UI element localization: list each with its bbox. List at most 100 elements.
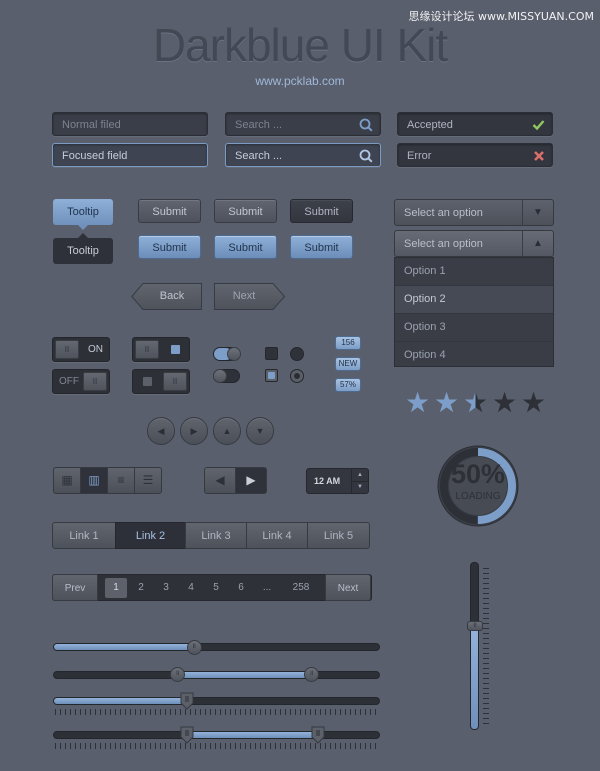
focused-field[interactable]: Focused field	[52, 143, 208, 167]
vertical-slider-handle[interactable]: II	[467, 620, 483, 631]
slider-handle-min[interactable]: II	[170, 667, 186, 682]
slider-ticked[interactable]	[53, 697, 380, 705]
toggle-knob[interactable]: II	[135, 340, 159, 359]
up-arrow-button[interactable]: ▲	[213, 417, 241, 445]
slider-range-ticked[interactable]	[53, 731, 380, 739]
normal-field[interactable]: Normal filed	[52, 112, 208, 136]
progress-caption: LOADING	[455, 491, 501, 502]
star-icon[interactable]: ★	[405, 388, 430, 418]
page-number-last[interactable]: 258	[286, 578, 316, 598]
cross-icon	[533, 144, 545, 170]
page-number[interactable]: 6	[231, 578, 251, 598]
back-button-label: Back	[159, 290, 185, 302]
radio-selected[interactable]	[290, 369, 304, 383]
submit-button-blue-hover[interactable]: Submit	[214, 235, 277, 259]
toggle-blue-off[interactable]: II	[132, 369, 190, 394]
submit-button-blue-pressed[interactable]: Submit	[290, 235, 353, 259]
accepted-field[interactable]: Accepted	[397, 112, 553, 136]
search-icon[interactable]	[359, 144, 373, 171]
progress-percent: 50%	[450, 459, 506, 489]
radio-unselected[interactable]	[290, 347, 304, 361]
option-item[interactable]: Option 4	[395, 342, 553, 369]
left-arrow-button[interactable]: ◀	[147, 417, 175, 445]
star-icon[interactable]: ★	[463, 388, 488, 418]
select-placeholder: Select an option	[404, 238, 483, 250]
select-closed[interactable]: Select an option ▼	[394, 199, 554, 226]
mini-toggle-off[interactable]	[213, 369, 240, 383]
down-arrow-button[interactable]: ▼	[246, 417, 274, 445]
triangle-up-icon: ▲	[222, 426, 232, 436]
accepted-value: Accepted	[407, 119, 453, 131]
list-icon: ≡	[117, 473, 125, 487]
toggle-on[interactable]: II ON	[52, 337, 110, 362]
mini-toggle-knob[interactable]	[227, 347, 241, 361]
search-input[interactable]: Search ...	[225, 112, 381, 136]
tab-link-5[interactable]: Link 5	[307, 522, 370, 549]
checkbox-checked[interactable]	[265, 369, 278, 382]
search-input-focused[interactable]: Search ...	[225, 143, 381, 167]
option-item[interactable]: Option 3	[395, 314, 553, 342]
submit-button-hover[interactable]: Submit	[214, 199, 277, 223]
page-ellipsis: ...	[262, 582, 272, 593]
page-number[interactable]: 4	[181, 578, 201, 598]
submit-button-pressed[interactable]: Submit	[290, 199, 353, 223]
checkbox-unchecked[interactable]	[265, 347, 278, 360]
slider-range[interactable]	[53, 671, 380, 679]
error-field[interactable]: Error	[397, 143, 553, 167]
star-icon[interactable]: ★	[492, 388, 517, 418]
star-icon[interactable]: ★	[521, 388, 546, 418]
toggle-knob[interactable]: II	[83, 372, 107, 391]
tab-link-2[interactable]: Link 2	[115, 522, 186, 549]
toggle-off[interactable]: OFF II	[52, 369, 110, 394]
slider-pointer-handle-min[interactable]	[180, 726, 194, 744]
previous-button[interactable]: ◀	[204, 467, 236, 494]
search-icon[interactable]	[359, 113, 373, 140]
toggle-knob[interactable]: II	[163, 372, 187, 391]
tab-link-1[interactable]: Link 1	[52, 522, 116, 549]
list-view-button[interactable]: ≡	[107, 467, 135, 494]
slider-handle[interactable]: II	[186, 640, 202, 655]
triangle-left-icon: ◀	[157, 426, 165, 436]
slider-pointer-handle-max[interactable]	[311, 726, 325, 744]
toggle-knob[interactable]: II	[55, 340, 79, 359]
page-number-current[interactable]: 1	[105, 578, 127, 598]
select-dropdown: Option 1 Option 2 Option 3 Option 4	[394, 257, 554, 367]
next-page-button[interactable]: Next	[325, 574, 371, 601]
option-item[interactable]: Option 1	[395, 258, 553, 286]
bullet-list-icon: ☰	[142, 473, 154, 487]
error-value: Error	[407, 150, 432, 162]
triangle-right-icon: ▶	[246, 473, 256, 487]
grid-view-button[interactable]: ▦	[53, 467, 81, 494]
right-arrow-button[interactable]: ▶	[180, 417, 208, 445]
vertical-slider[interactable]	[470, 562, 479, 730]
toggle-blue-on[interactable]: II	[132, 337, 190, 362]
toggle-off-label: OFF	[59, 376, 79, 387]
gallery-view-button[interactable]: ▥	[80, 467, 108, 494]
slider-handle-max[interactable]: II	[304, 667, 320, 682]
search-placeholder: Search ...	[235, 119, 283, 131]
mini-toggle-on[interactable]	[213, 347, 241, 361]
page-subtitle-link[interactable]: www.pcklab.com	[0, 74, 600, 88]
star-icon[interactable]: ★	[434, 388, 459, 418]
page-number[interactable]: 2	[131, 578, 151, 598]
detail-list-view-button[interactable]: ☰	[134, 467, 162, 494]
gallery-icon: ▥	[88, 473, 100, 487]
slider-pointer-handle[interactable]	[180, 692, 194, 710]
submit-button-normal[interactable]: Submit	[138, 199, 201, 223]
slider-single[interactable]	[53, 643, 380, 651]
chevron-up-icon[interactable]: ▲	[522, 231, 553, 256]
play-next-button[interactable]: ▶	[235, 467, 267, 494]
triangle-left-icon: ◀	[215, 473, 225, 487]
tab-link-3[interactable]: Link 3	[185, 522, 247, 549]
chevron-down-icon[interactable]: ▼	[522, 200, 553, 225]
select-open[interactable]: Select an option ▲	[394, 230, 554, 257]
tab-link-4[interactable]: Link 4	[246, 522, 308, 549]
prev-page-button[interactable]: Prev	[52, 574, 98, 601]
stepper-down-icon[interactable]: ▼	[351, 481, 368, 493]
option-item-selected[interactable]: Option 2	[395, 286, 553, 314]
time-stepper[interactable]: 12 AM ▲ ▼	[306, 468, 369, 494]
mini-toggle-knob[interactable]	[213, 369, 227, 383]
page-number[interactable]: 5	[206, 578, 226, 598]
page-number[interactable]: 3	[156, 578, 176, 598]
submit-button-blue[interactable]: Submit	[138, 235, 201, 259]
